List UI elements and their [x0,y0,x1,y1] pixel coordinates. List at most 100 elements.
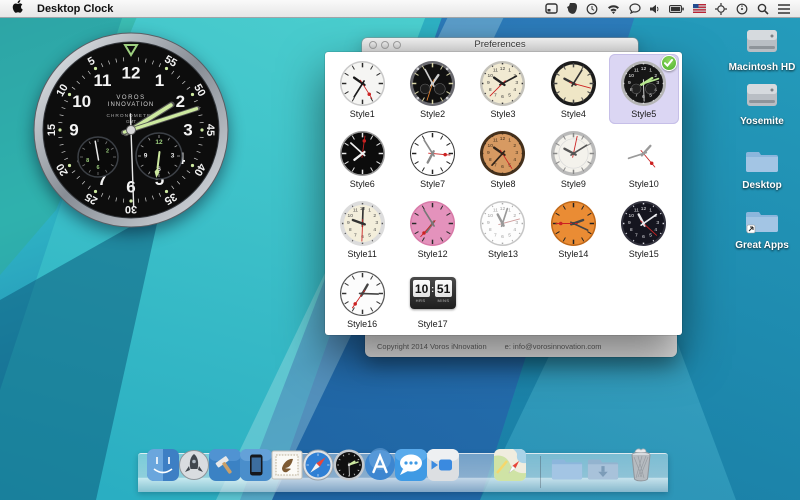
svg-text:11: 11 [493,207,498,213]
dock-maps-icon[interactable] [493,448,527,487]
svg-text:4: 4 [655,227,658,233]
clock-style-option-style13[interactable]: 1 2 3 4 5 6 7 8 9 10 11 12 Style13 [468,194,538,264]
svg-text:3: 3 [516,220,519,226]
svg-text:12: 12 [500,205,506,211]
clock-style-option-style17[interactable]: 10:51 HRS MINS Style17 [397,264,467,334]
dock-messages-icon[interactable] [394,448,428,487]
svg-text:1: 1 [368,207,371,213]
dock-folder-icon[interactable] [550,454,584,487]
desktop-icon-macintosh-hd[interactable]: Macintosh HD [725,26,799,73]
svg-text:8: 8 [489,227,492,233]
dock-desktop-clock-icon[interactable] [332,448,366,487]
clock-style-option-style6[interactable]: Style6 [327,124,397,194]
clock-style-option-style8[interactable]: 1 2 3 4 5 6 7 8 9 10 11 12 Style8 [468,124,538,194]
clock-style-grid: Style1Style2123456789101112Style3Style41… [327,54,679,334]
clock-style-preview: 123456789101112 [620,58,667,108]
spotlight-search-icon[interactable] [757,0,769,17]
clock-style-option-style12[interactable]: Style12 [397,194,467,264]
clock-style-option-style4[interactable]: Style4 [538,54,608,124]
clock-style-label: Style4 [560,109,586,119]
dock-devices-icon[interactable] [239,448,273,487]
svg-text:3: 3 [375,220,378,226]
clock-style-option-style14[interactable]: Style14 [538,194,608,264]
desktop-icon-desktop[interactable]: Desktop [725,146,799,191]
desktop-icon-label: Great Apps [735,240,789,251]
clock-style-option-style9[interactable]: Style9 [538,124,608,194]
svg-text:1: 1 [509,207,512,213]
clock-style-option-style10[interactable]: Style10 [609,124,679,194]
folder-icon [744,152,780,178]
clock-style-option-style1[interactable]: Style1 [327,54,397,124]
display-capture-icon[interactable] [545,0,558,17]
dock-finder-icon[interactable] [146,448,180,487]
selected-check-icon [660,55,677,71]
clock-style-label: Style3 [490,109,516,119]
svg-text:6: 6 [502,164,505,170]
dock-trash-icon[interactable] [626,446,656,487]
clock-style-label: Style11 [347,249,377,259]
svg-text:9: 9 [487,80,490,86]
svg-text:9: 9 [487,150,490,156]
notification-center-icon[interactable] [778,0,790,17]
clock-style-option-style15[interactable]: 1 2 3 4 5 6 7 8 9 10 11 12 Style15 [609,194,679,264]
svg-text:9: 9 [628,220,631,226]
menu-status-area [545,0,800,17]
svg-text:10: 10 [488,212,494,218]
dock-safari-icon[interactable] [301,448,335,487]
dock-downloads-icon[interactable] [586,454,620,487]
us-flag-icon[interactable] [693,0,706,17]
alarm-clock-icon[interactable] [736,0,748,17]
zoom-button[interactable] [393,41,401,49]
svg-text:2: 2 [514,212,517,218]
clock-icon[interactable] [586,0,598,17]
clock-style-preview [409,128,456,178]
svg-text:6: 6 [502,94,505,100]
flip-hours: 10 [413,280,431,297]
clock-style-option-style7[interactable]: Style7 [397,124,467,194]
wifi-icon[interactable] [607,0,620,17]
flip-minutes: 51 [435,280,453,297]
volume-icon[interactable] [650,0,660,17]
clock-style-label: Style12 [417,249,448,259]
active-app-name[interactable]: Desktop Clock [37,3,113,15]
clock-style-option-style3[interactable]: 123456789101112Style3 [468,54,538,124]
window-titlebar[interactable]: Preferences [362,38,638,52]
dock-launchpad-icon[interactable] [177,448,211,487]
evernote-icon[interactable] [567,0,577,17]
svg-text:7: 7 [495,232,498,238]
menu-bar: Desktop Clock [0,0,800,18]
svg-text:9: 9 [347,220,350,226]
dock-mail-icon[interactable] [270,448,304,487]
clock-style-option-style11[interactable]: 123456789101112Style11 [327,194,397,264]
clock-style-option-style16[interactable]: Style16 [327,264,397,334]
svg-text:12: 12 [500,135,506,141]
clock-style-option-style2[interactable]: Style2 [397,54,467,124]
svg-text:12: 12 [500,65,506,71]
apple-menu[interactable] [12,0,23,18]
chat-bubble-icon[interactable] [629,0,641,17]
svg-text:11: 11 [493,67,498,73]
close-button[interactable] [369,41,377,49]
dock-app-store-icon[interactable] [363,448,397,487]
clock-style-preview [620,128,667,178]
clock-style-option-style5[interactable]: 123456789101112Style5 [608,54,679,124]
svg-text:10: 10 [72,92,91,111]
desktop-icon-label: Yosemite [740,116,784,127]
desktop-icon-great-apps[interactable]: Great Apps [725,206,799,251]
desktop-clock-widget[interactable]: 510152025303540455055121234567891011VORO… [33,32,229,228]
clock-style-label: Style7 [420,179,446,189]
svg-text:7: 7 [495,92,498,98]
crosshair-icon[interactable] [715,0,727,17]
clock-style-preview: 123456789101112 [479,198,526,248]
dock-divider [540,456,541,488]
svg-text:5: 5 [368,232,371,238]
battery-icon[interactable] [669,0,684,17]
dock-facetime-icon[interactable] [426,448,460,487]
clock-style-label: Style2 [420,109,446,119]
minimize-button[interactable] [381,41,389,49]
svg-text:12: 12 [641,65,647,71]
svg-text:2: 2 [373,212,376,218]
desktop-icon-yosemite[interactable]: Yosemite [725,80,799,127]
clock-style-preview: 123456789101112 [620,198,667,248]
dock-xcode-icon[interactable] [208,448,242,487]
